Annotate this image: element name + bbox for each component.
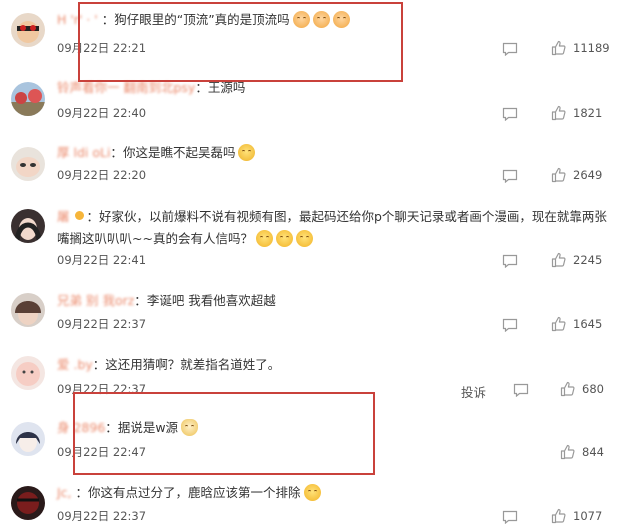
- blowing-kiss-emoji-icon: [292, 11, 310, 28]
- comment-body: 你这有点过分了，鹿晗应该第一个排除: [88, 485, 301, 500]
- like-count: 680: [582, 382, 604, 396]
- username-link[interactable]: Jc,: [57, 485, 76, 500]
- comment-body: 据说是w源: [117, 420, 179, 435]
- comment-icon[interactable]: [502, 254, 518, 268]
- comment-timestamp: 09月22日 22:21: [57, 41, 147, 55]
- laughing-emoji-icon: [295, 230, 313, 247]
- comment-text-line: 兄弟 别 我orz：李诞吧 我看他喜欢超越: [57, 290, 612, 312]
- comment-body: 你这是瞧不起吴磊吗: [122, 145, 236, 160]
- comment-text-line: 铃声看你一 翻南到北psy：王源吗: [57, 77, 612, 99]
- like-count: 11189: [573, 41, 610, 55]
- like-count: 844: [582, 445, 604, 459]
- sweat-emoji-icon: [238, 144, 256, 161]
- thumbs-up-icon[interactable]: [551, 40, 567, 56]
- avatar[interactable]: [11, 82, 45, 116]
- comment-text-line: 厚 ldi oLi：你这是瞧不起吴磊吗: [57, 142, 612, 164]
- comment-body: 王源吗: [207, 80, 246, 95]
- blowing-kiss-emoji-icon: [312, 11, 330, 28]
- comment-body: 狗仔眼里的“顶流”真的是顶流吗: [114, 12, 290, 27]
- separator: ：: [195, 80, 208, 95]
- thumbs-up-icon[interactable]: [560, 444, 576, 460]
- separator: ：: [105, 420, 118, 435]
- thumbs-up-icon[interactable]: [551, 105, 567, 121]
- comment-icon[interactable]: [502, 510, 518, 524]
- comment-body: 这还用猜啊？就差指名道姓了。: [105, 357, 281, 372]
- separator: ：: [134, 293, 147, 308]
- laughing-emoji-icon: [275, 230, 293, 247]
- comment-text-line: 屠 ：好家伙，以前爆料不说有视频有图，最起码还给你p个聊天记录或者画个漫画，现在…: [57, 206, 617, 250]
- thumbs-up-icon[interactable]: [551, 252, 567, 268]
- avatar[interactable]: [11, 422, 45, 456]
- comment-timestamp: 09月22日 22:41: [57, 253, 147, 267]
- comment-text-line: 爱 .by：这还用猜啊？就差指名道姓了。: [57, 354, 612, 376]
- like-count: 1821: [573, 106, 603, 120]
- username-link[interactable]: 爱 .by: [57, 357, 93, 372]
- username-link[interactable]: H 'r' · ': [57, 12, 102, 27]
- comment-timestamp: 09月22日 22:47: [57, 445, 147, 459]
- vip-badge-icon: [75, 211, 85, 220]
- comment-text-line: Jc, ：你这有点过分了，鹿晗应该第一个排除: [57, 482, 612, 504]
- thumbs-up-icon[interactable]: [551, 508, 567, 524]
- like-count: 1645: [573, 317, 603, 331]
- username-link[interactable]: 身 2896: [57, 420, 105, 435]
- laughing-emoji-icon: [255, 230, 273, 247]
- comment-timestamp: 09月22日 22:40: [57, 106, 147, 120]
- username-link[interactable]: 厚 ldi oLi: [57, 145, 110, 160]
- comment-timestamp: 09月22日 22:37: [57, 382, 147, 396]
- separator: ：: [86, 209, 99, 224]
- comment-body: 好家伙，以前爆料不说有视频有图，最起码还给你p个聊天记录或者画个漫画，现在就靠两…: [57, 209, 607, 246]
- comment-text-line: 身 2896：据说是w源: [57, 417, 612, 439]
- comment-timestamp: 09月22日 22:37: [57, 317, 147, 331]
- like-count: 2649: [573, 168, 603, 182]
- like-count: 1077: [573, 509, 603, 523]
- separator: ：: [75, 485, 89, 500]
- separator: ：: [110, 145, 123, 160]
- comment-icon[interactable]: [502, 107, 518, 121]
- comment-timestamp: 09月22日 22:37: [57, 509, 147, 523]
- thumbs-up-icon[interactable]: [560, 381, 576, 397]
- comment-body: 李诞吧 我看他喜欢超越: [146, 293, 276, 308]
- username-link[interactable]: 兄弟 别 我orz: [57, 293, 134, 308]
- comment-text-line: H 'r' · ' ：狗仔眼里的“顶流”真的是顶流吗: [57, 9, 612, 31]
- blowing-kiss-emoji-icon: [332, 11, 350, 28]
- separator: ：: [92, 357, 106, 372]
- thumbs-up-icon[interactable]: [551, 167, 567, 183]
- username-link[interactable]: 屠: [57, 209, 73, 224]
- separator: ：: [101, 12, 115, 27]
- comment-icon[interactable]: [502, 42, 518, 56]
- comment-timestamp: 09月22日 22:20: [57, 168, 147, 182]
- report-link[interactable]: 投诉: [461, 382, 486, 401]
- avatar[interactable]: [11, 13, 45, 47]
- comment-icon[interactable]: [502, 318, 518, 332]
- like-count: 2245: [573, 253, 603, 267]
- avatar[interactable]: [11, 209, 45, 243]
- avatar[interactable]: [11, 293, 45, 327]
- avatar[interactable]: [11, 486, 45, 520]
- avatar[interactable]: [11, 356, 45, 390]
- username-link[interactable]: 铃声看你一 翻南到北psy: [57, 80, 195, 95]
- laughing-emoji-icon: [303, 484, 321, 501]
- comment-icon[interactable]: [502, 169, 518, 183]
- avatar[interactable]: [11, 147, 45, 181]
- cat-face-emoji-icon: [181, 419, 199, 436]
- comment-icon[interactable]: [513, 383, 529, 397]
- thumbs-up-icon[interactable]: [551, 316, 567, 332]
